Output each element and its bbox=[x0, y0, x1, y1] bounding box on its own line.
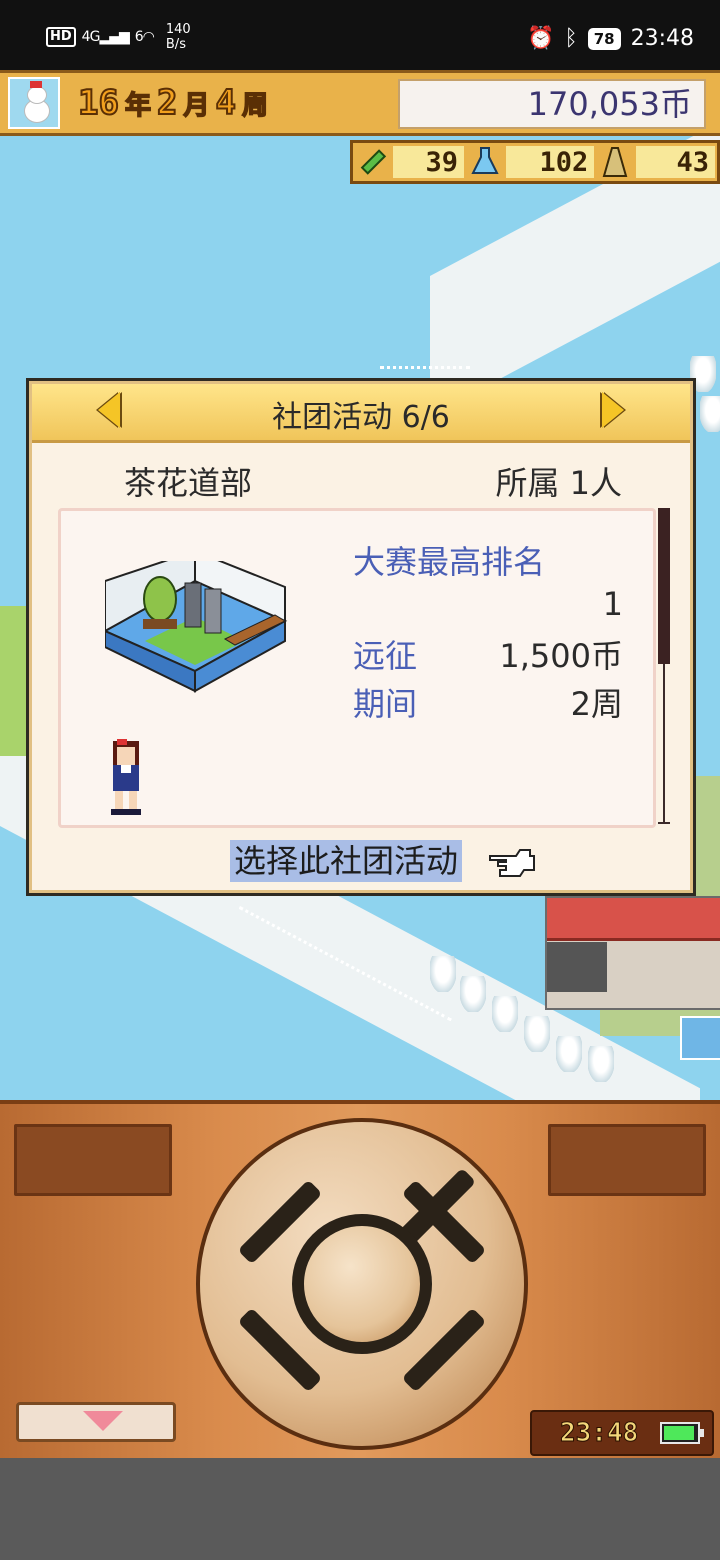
building-door bbox=[547, 942, 607, 992]
period-row: 期间 2周 bbox=[353, 679, 623, 725]
alarm-icon: ⏰ bbox=[527, 26, 555, 51]
date-display: 16 年 2 月 4 周 bbox=[77, 82, 269, 124]
snowy-tree bbox=[588, 1046, 614, 1082]
building-roof bbox=[547, 898, 720, 941]
snowy-tree bbox=[460, 976, 486, 1012]
battery-level-icon bbox=[660, 1422, 704, 1444]
pool bbox=[680, 1016, 720, 1060]
scrollbar[interactable] bbox=[658, 508, 670, 824]
snowy-tree bbox=[492, 996, 518, 1032]
period-label: 期间 bbox=[353, 685, 418, 723]
stat-value: 43 bbox=[636, 146, 715, 178]
next-arrow-icon[interactable] bbox=[602, 392, 624, 428]
expedition-label: 远征 bbox=[353, 637, 418, 675]
status-time: 23:48 bbox=[630, 26, 694, 51]
week-number: 4 bbox=[214, 82, 237, 124]
period-value: 2周 bbox=[570, 685, 623, 723]
dpad-center-button[interactable] bbox=[292, 1214, 432, 1354]
flask-icon bbox=[466, 143, 504, 181]
club-name: 茶花道部 bbox=[124, 464, 253, 502]
menu-down-button[interactable] bbox=[16, 1402, 176, 1442]
school-building[interactable] bbox=[545, 896, 720, 1010]
select-club-button[interactable]: 选择此社团活动 bbox=[230, 840, 463, 882]
pylon-icon bbox=[596, 143, 634, 181]
stat-value: 102 bbox=[506, 146, 595, 178]
member-count: 所属 1人 bbox=[495, 464, 622, 502]
clock-time: 23:48 bbox=[559, 1418, 639, 1449]
status-right: ⏰ ᛒ 78 23:48 bbox=[527, 26, 694, 51]
top-hud: 16 年 2 月 4 周 170,053币 bbox=[0, 70, 720, 136]
snowy-tree bbox=[430, 956, 456, 992]
bluetooth-icon: ᛒ bbox=[564, 26, 578, 51]
student-avatar bbox=[111, 739, 141, 815]
dpad[interactable] bbox=[196, 1118, 528, 1450]
year-unit: 年 bbox=[124, 90, 152, 122]
pointing-hand-icon bbox=[489, 849, 535, 877]
virtual-controller: 23:48 bbox=[0, 1100, 720, 1458]
snowy-tree bbox=[524, 1016, 550, 1052]
expedition-value: 1,500币 bbox=[499, 637, 623, 675]
month-number: 2 bbox=[156, 82, 179, 124]
club-info-card: 大赛最高排名 1 远征 1,500币 期间 2周 bbox=[58, 508, 656, 828]
pencil-icon bbox=[353, 143, 391, 181]
month-unit: 月 bbox=[183, 90, 211, 122]
wifi-icon: 6◠ bbox=[134, 29, 155, 45]
down-arrow-icon bbox=[83, 1411, 123, 1431]
navigation-area bbox=[0, 1458, 720, 1560]
status-left: HD 4G▂▄▆ 6◠ 140 B/s bbox=[46, 22, 191, 52]
game-clock: 23:48 bbox=[530, 1410, 714, 1456]
left-shoulder-button[interactable] bbox=[14, 1124, 172, 1196]
right-shoulder-button[interactable] bbox=[548, 1124, 706, 1196]
club-dialog: 社团活动 6/6 茶花道部 所属 1人 大赛最高排名 1 远征 1,500币 期… bbox=[26, 378, 696, 896]
tournament-rank-label: 大赛最高排名 bbox=[353, 543, 546, 581]
year-number: 16 bbox=[77, 82, 120, 124]
stats-bar: 39 102 43 bbox=[350, 140, 720, 184]
hd-badge: HD bbox=[46, 27, 76, 47]
network-speed: 140 B/s bbox=[165, 22, 191, 52]
tournament-rank-value: 1 bbox=[602, 585, 623, 623]
cellular-signal-icon: 4G▂▄▆ bbox=[81, 29, 130, 45]
stat-value: 39 bbox=[393, 146, 465, 178]
battery-icon: 78 bbox=[587, 27, 621, 50]
status-bar: HD 4G▂▄▆ 6◠ 140 B/s ⏰ ᛒ 78 23:48 bbox=[0, 0, 720, 70]
dialog-header: 社团活动 6/6 bbox=[32, 384, 690, 443]
money-display: 170,053币 bbox=[398, 79, 706, 129]
club-room-icon bbox=[105, 561, 288, 693]
scrollbar-thumb[interactable] bbox=[658, 508, 670, 664]
snowy-tree bbox=[556, 1036, 582, 1072]
snowy-tree bbox=[700, 396, 720, 432]
snowman-season-icon[interactable] bbox=[8, 77, 60, 129]
expedition-row: 远征 1,500币 bbox=[353, 631, 623, 677]
dialog-title: 社团活动 6/6 bbox=[272, 400, 450, 435]
week-unit: 周 bbox=[241, 90, 269, 122]
